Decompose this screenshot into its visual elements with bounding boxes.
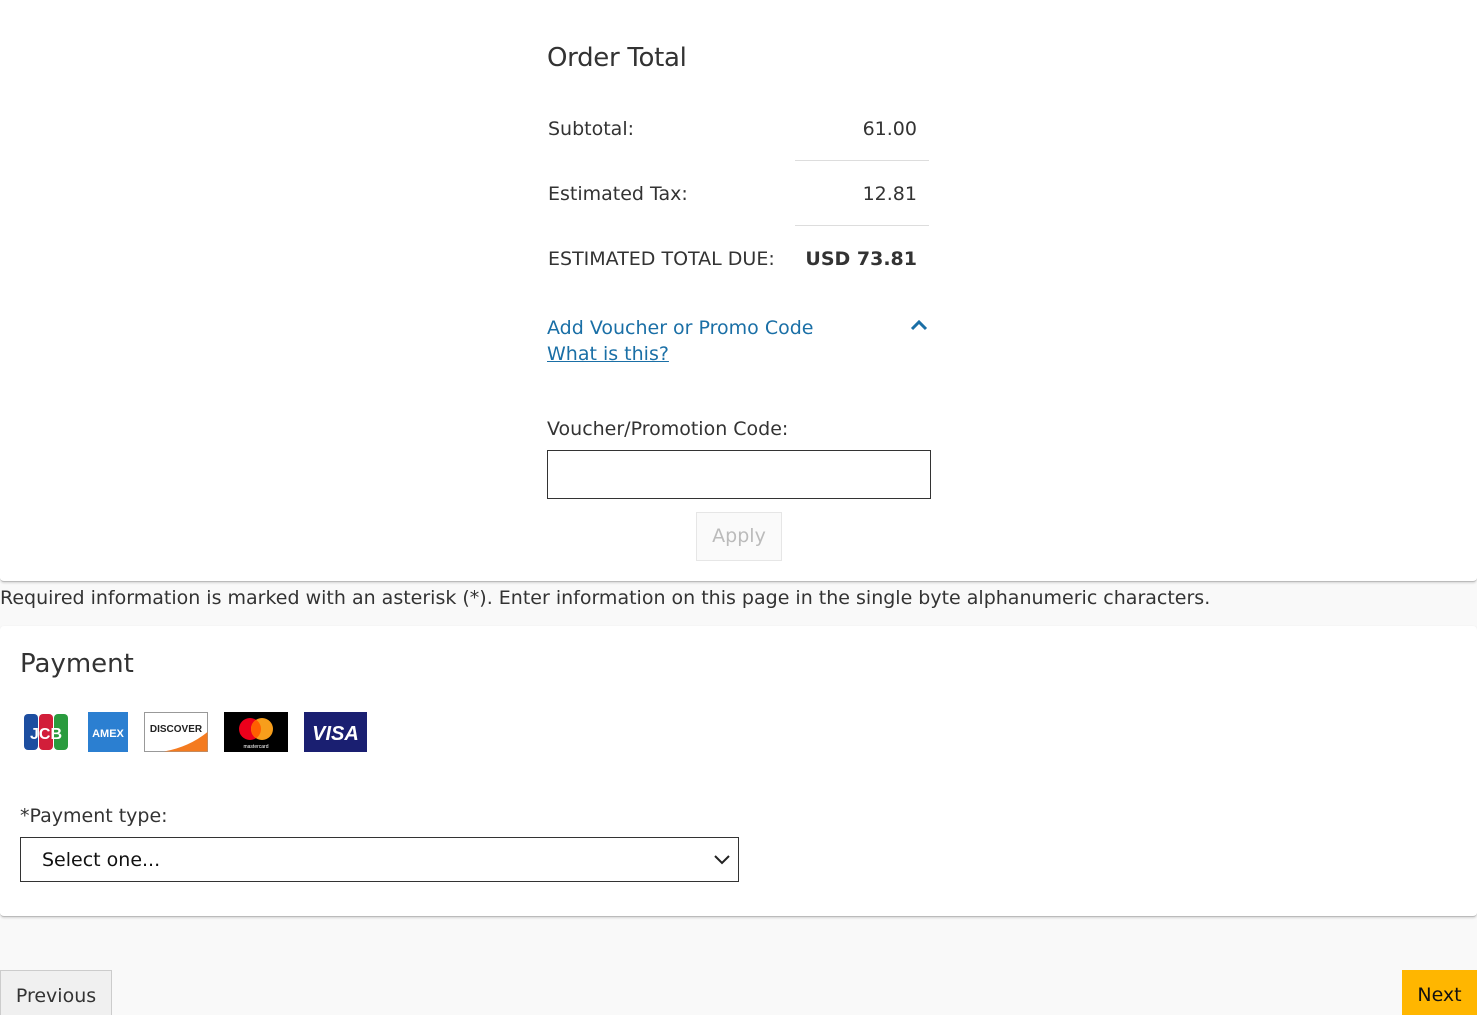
apply-button[interactable]: Apply [696, 512, 782, 561]
total-row: ESTIMATED TOTAL DUE: USD 73.81 [548, 244, 930, 274]
total-label: ESTIMATED TOTAL DUE: [548, 248, 775, 270]
jcb-logo-icon: JCB [24, 714, 68, 750]
svg-text:JCB: JCB [30, 726, 62, 743]
payment-type-select[interactable]: Select one... [20, 837, 739, 882]
tax-value: 12.81 [862, 183, 917, 205]
payment-type-selected: Select one... [42, 849, 161, 871]
tax-label: Estimated Tax: [548, 183, 688, 205]
chevron-up-icon [910, 319, 928, 331]
payment-card: Payment JCB AMEX DISCOVER mastercard VIS… [0, 626, 1477, 917]
tax-row: Estimated Tax: 12.81 [548, 179, 930, 209]
subtotal-label: Subtotal: [548, 118, 635, 140]
visa-logo-icon: VISA [304, 712, 367, 752]
order-total-title: Order Total [547, 43, 687, 73]
subtotal-value: 61.00 [862, 118, 917, 140]
amex-logo-icon: AMEX [88, 712, 128, 752]
previous-button[interactable]: Previous [0, 970, 112, 1015]
order-total-section: Order Total Subtotal: 61.00 Estimated Ta… [547, 40, 931, 270]
svg-text:DISCOVER: DISCOVER [150, 724, 203, 735]
subtotal-row: Subtotal: 61.00 [548, 114, 930, 144]
next-button[interactable]: Next [1402, 970, 1477, 1015]
divider [795, 225, 929, 226]
payment-type-label: *Payment type: [20, 805, 168, 827]
chevron-down-icon [714, 855, 730, 865]
voucher-toggle-label: Add Voucher or Promo Code [547, 317, 814, 339]
voucher-field-label: Voucher/Promotion Code: [547, 418, 789, 440]
svg-text:VISA: VISA [312, 723, 359, 745]
order-total-card: Order Total Subtotal: 61.00 Estimated Ta… [0, 0, 1477, 582]
mastercard-logo-icon: mastercard [224, 712, 288, 752]
voucher-code-input[interactable] [547, 450, 931, 499]
what-is-this-link[interactable]: What is this? [547, 340, 669, 368]
total-value: USD 73.81 [805, 248, 917, 270]
voucher-toggle[interactable]: Add Voucher or Promo Code [547, 313, 931, 343]
svg-text:mastercard: mastercard [243, 744, 268, 750]
required-info-note: Required information is marked with an a… [0, 587, 1211, 609]
payment-title: Payment [20, 649, 134, 679]
discover-logo-icon: DISCOVER [144, 712, 208, 752]
svg-text:AMEX: AMEX [92, 728, 124, 740]
divider [795, 160, 929, 161]
